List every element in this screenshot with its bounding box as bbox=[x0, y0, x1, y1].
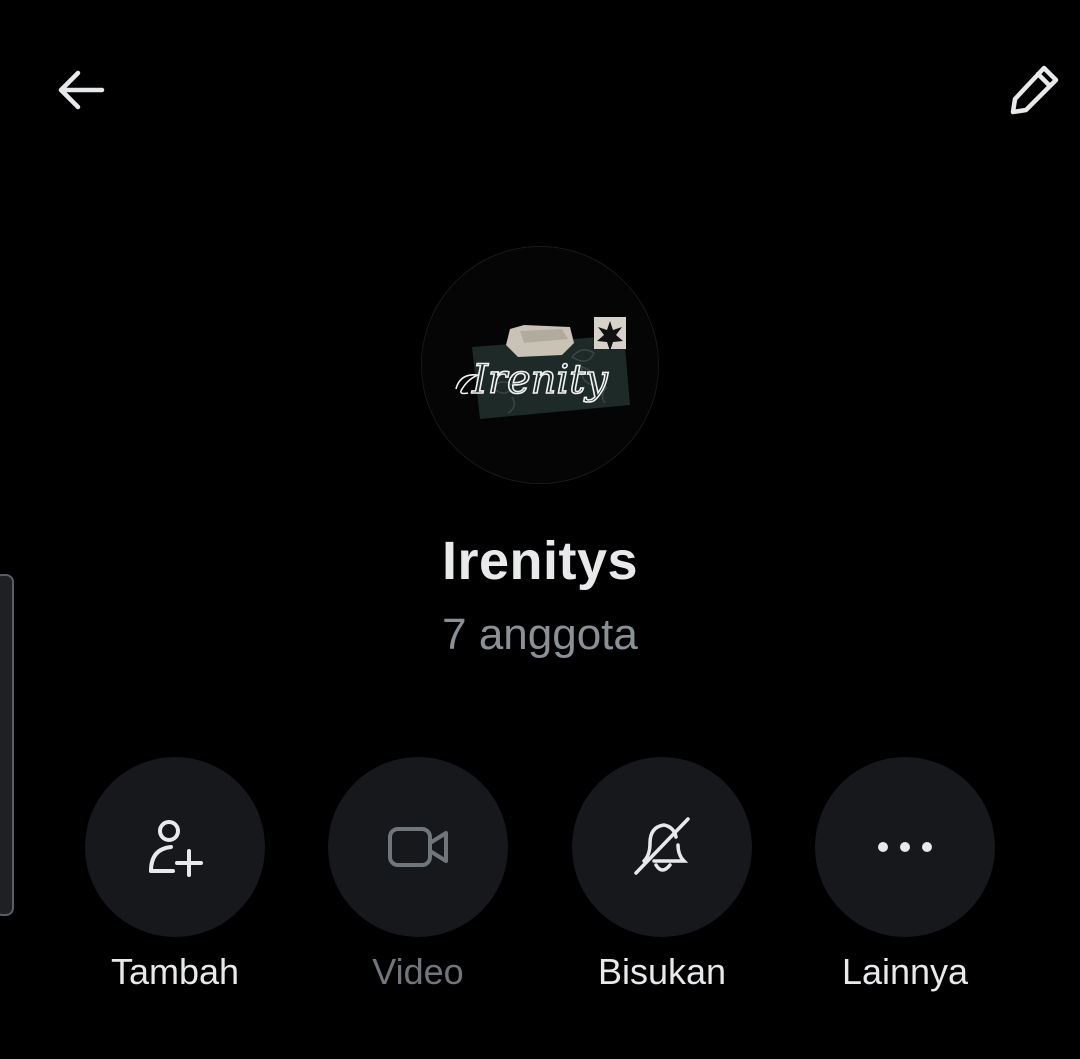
edge-panel-handle[interactable] bbox=[0, 574, 14, 916]
group-avatar[interactable]: Irenity bbox=[422, 247, 658, 483]
arrow-left-icon bbox=[58, 70, 105, 110]
video-call-circle[interactable] bbox=[328, 757, 508, 937]
add-member-button[interactable]: Tambah bbox=[85, 757, 265, 993]
group-name: Irenitys bbox=[441, 531, 639, 591]
back-button[interactable] bbox=[44, 54, 116, 126]
group-logo-image: Irenity bbox=[422, 247, 658, 483]
add-person-icon bbox=[149, 820, 203, 877]
video-camera-icon bbox=[388, 827, 448, 867]
mute-button[interactable]: Bisukan bbox=[572, 757, 752, 993]
more-label: Lainnya bbox=[841, 951, 969, 992]
svg-text:Irenity: Irenity bbox=[471, 357, 609, 403]
video-call-label: Video bbox=[372, 951, 464, 992]
more-circle[interactable] bbox=[815, 757, 995, 937]
bell-off-icon bbox=[634, 817, 690, 875]
add-member-circle[interactable] bbox=[85, 757, 265, 937]
mute-label: Bisukan bbox=[597, 951, 727, 992]
more-button[interactable]: Lainnya bbox=[815, 757, 995, 993]
add-member-label: Tambah bbox=[110, 951, 240, 992]
mute-circle[interactable] bbox=[572, 757, 752, 937]
member-count[interactable]: 7 anggota bbox=[0, 610, 1080, 660]
edit-button[interactable] bbox=[998, 54, 1070, 126]
more-horizontal-icon bbox=[878, 842, 932, 852]
pencil-icon bbox=[1010, 65, 1059, 115]
video-call-button[interactable]: Video bbox=[328, 757, 508, 993]
